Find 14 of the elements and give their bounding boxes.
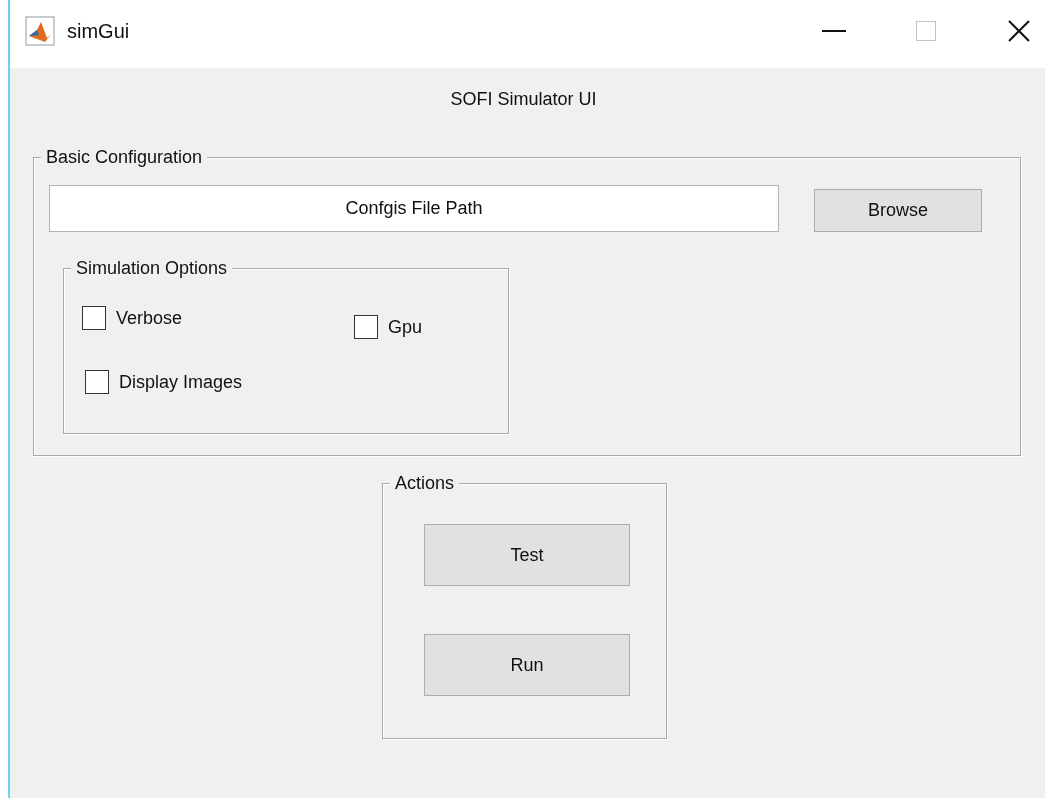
test-button[interactable]: Test [424,524,630,586]
checkbox-label: Verbose [116,307,183,329]
close-icon[interactable] [1008,20,1030,42]
window-title: simGui [67,19,130,43]
browse-button[interactable]: Browse [814,189,982,232]
app-logo-icon [25,16,55,46]
run-button[interactable]: Run [424,634,630,696]
checkbox[interactable] [354,315,378,339]
checkbox-label: Display Images [119,371,243,393]
checkbox-label: Gpu [388,316,423,338]
heading: SOFI Simulator UI [449,88,598,110]
checkbox[interactable] [85,370,109,394]
file-path-field[interactable]: Confgis File Path [49,185,779,232]
checkbox[interactable] [82,306,106,330]
